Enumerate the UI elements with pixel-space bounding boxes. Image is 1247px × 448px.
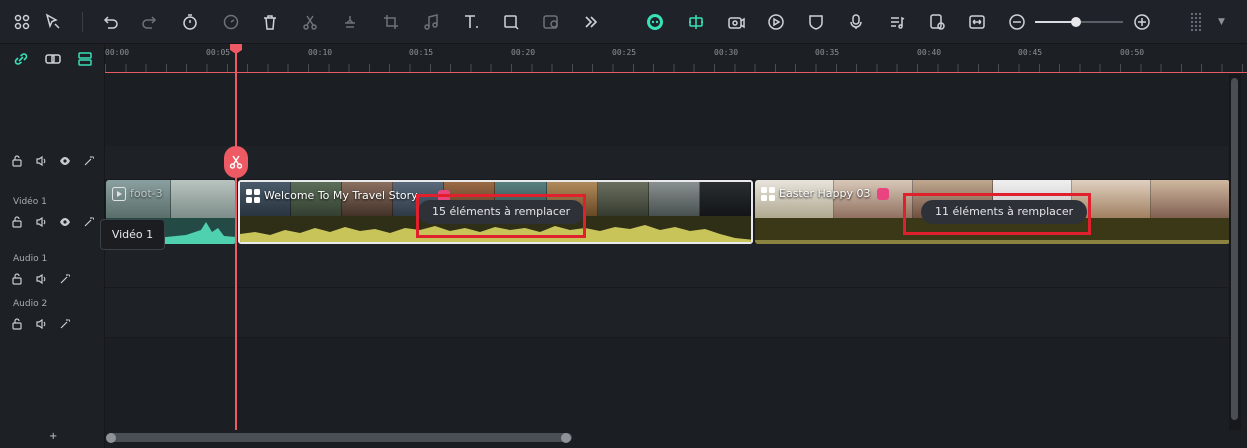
ruler-label: 00:00 xyxy=(105,48,130,57)
magic-wand-icon[interactable] xyxy=(58,317,72,331)
track-label-audio-2: Audio 2 xyxy=(13,299,48,309)
horizontal-scroll-thumb[interactable] xyxy=(106,433,572,442)
timeline-area[interactable] xyxy=(105,74,1228,430)
eye-icon[interactable] xyxy=(58,215,72,229)
magic-wand-icon[interactable] xyxy=(58,272,72,286)
shape-icon[interactable] xyxy=(500,11,522,33)
lock-icon[interactable] xyxy=(10,215,24,229)
ai-mate-icon[interactable] xyxy=(644,11,666,33)
redo-icon[interactable] xyxy=(139,11,161,33)
scroll-thumb-end-handle[interactable] xyxy=(561,433,571,443)
ruler-label: 00:50 xyxy=(1120,48,1145,57)
ruler-label: 00:40 xyxy=(917,48,942,57)
lock-icon[interactable] xyxy=(10,272,24,286)
vertical-scroll-thumb[interactable] xyxy=(1231,78,1238,420)
volume-icon[interactable] xyxy=(34,154,48,168)
video-file-icon xyxy=(112,187,126,201)
ruler-label: 00:25 xyxy=(612,48,637,57)
music-list-icon[interactable] xyxy=(886,11,908,33)
add-track-button[interactable]: + xyxy=(49,431,57,442)
more-icon[interactable] xyxy=(580,11,602,33)
track-header-tools xyxy=(0,44,105,74)
volume-icon[interactable] xyxy=(34,272,48,286)
link-icon[interactable] xyxy=(10,48,32,70)
mask-icon[interactable] xyxy=(540,11,562,33)
scroll-thumb-start-handle[interactable] xyxy=(106,433,116,443)
track-controls-empty xyxy=(10,154,96,168)
text-icon[interactable] xyxy=(460,11,482,33)
chevron-down-icon[interactable]: ▼ xyxy=(1218,17,1225,27)
premium-gem-icon xyxy=(877,188,889,200)
crop-split-icon[interactable] xyxy=(339,11,361,33)
cut-icon[interactable] xyxy=(299,11,321,33)
zoom-in-icon[interactable] xyxy=(1131,11,1153,33)
zoom-out-icon[interactable] xyxy=(1006,11,1028,33)
play-circle-icon[interactable] xyxy=(765,11,787,33)
crop-icon[interactable] xyxy=(380,11,402,33)
ruler-label: 00:20 xyxy=(511,48,536,57)
track-controls-audio-1 xyxy=(10,272,72,286)
ruler-label: 00:15 xyxy=(409,48,434,57)
link-clips-icon[interactable] xyxy=(42,48,64,70)
grip-icon[interactable] xyxy=(1190,12,1202,32)
timer-icon[interactable] xyxy=(179,11,201,33)
camera-icon[interactable] xyxy=(725,11,747,33)
track-label-video-1: Vidéo 1 xyxy=(13,197,47,207)
zoom-slider-handle[interactable] xyxy=(1071,17,1081,27)
track-label-audio-1: Audio 1 xyxy=(13,254,48,264)
ruler-label: 00:35 xyxy=(815,48,840,57)
magic-wand-icon[interactable] xyxy=(82,215,96,229)
clip-title: Easter Happy 03 xyxy=(779,187,871,200)
playhead-line[interactable] xyxy=(235,52,237,448)
ruler-label: 00:30 xyxy=(714,48,739,57)
ruler-ticks xyxy=(105,64,1247,72)
track-controls-video-1 xyxy=(10,215,96,229)
volume-icon[interactable] xyxy=(34,317,48,331)
delete-icon[interactable] xyxy=(259,11,281,33)
track-controls-audio-2 xyxy=(10,317,72,331)
split-scissor-icon[interactable] xyxy=(224,146,248,178)
time-ruler[interactable]: 00:00 00:05 00:10 00:15 00:20 00:25 00:3… xyxy=(105,44,1247,73)
track-header-panel xyxy=(0,44,105,448)
template-icon xyxy=(761,187,775,201)
select-tool-icon[interactable] xyxy=(42,11,64,33)
split-screen-icon[interactable] xyxy=(685,11,707,33)
clip-title: foot-3 xyxy=(130,187,163,200)
timeline-toolbar: ▼ xyxy=(0,0,1247,44)
highlight-box xyxy=(903,193,1091,235)
eye-icon[interactable] xyxy=(58,154,72,168)
template-icon xyxy=(246,189,260,203)
track-manager-icon[interactable] xyxy=(74,48,96,70)
volume-icon[interactable] xyxy=(34,215,48,229)
audio-icon[interactable] xyxy=(420,11,442,33)
highlight-box xyxy=(416,194,586,238)
ruler-label: 00:45 xyxy=(1018,48,1043,57)
ruler-label: 00:05 xyxy=(206,48,231,57)
track-row-empty[interactable] xyxy=(105,146,1228,180)
ruler-label: 00:10 xyxy=(308,48,333,57)
track-row-audio-2[interactable] xyxy=(105,288,1228,338)
fit-icon[interactable] xyxy=(966,11,988,33)
undo-icon[interactable] xyxy=(99,11,121,33)
layout-icon[interactable] xyxy=(11,11,33,33)
toolbar-separator xyxy=(82,12,83,32)
microphone-icon[interactable] xyxy=(845,11,867,33)
lock-icon[interactable] xyxy=(10,154,24,168)
track-tooltip: Vidéo 1 xyxy=(100,219,165,250)
track-row-audio-1[interactable] xyxy=(105,244,1228,288)
magic-wand-icon[interactable] xyxy=(82,154,96,168)
speed-icon[interactable] xyxy=(220,11,242,33)
lock-icon[interactable] xyxy=(10,317,24,331)
shield-icon[interactable] xyxy=(805,11,827,33)
image-cam-icon[interactable] xyxy=(926,11,948,33)
clip-title: Welcome To My Travel Story xyxy=(264,189,418,202)
